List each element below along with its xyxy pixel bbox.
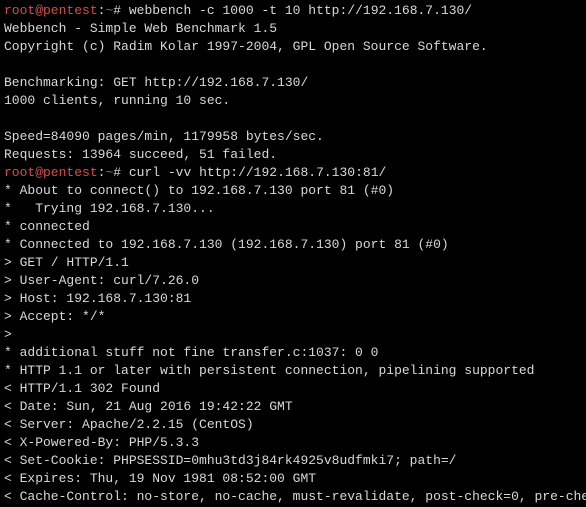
terminal-line <box>4 110 582 128</box>
terminal-text: * connected <box>4 219 90 234</box>
prompt-user: root@pentest <box>4 3 98 18</box>
terminal-text: < Set-Cookie: PHPSESSID=0mhu3td3j84rk492… <box>4 453 456 468</box>
terminal-text: < Date: Sun, 21 Aug 2016 19:42:22 GMT <box>4 399 293 414</box>
terminal-text: > User-Agent: curl/7.26.0 <box>4 273 199 288</box>
terminal-text: Requests: 13964 succeed, 51 failed. <box>4 147 277 162</box>
terminal-text <box>4 57 12 72</box>
terminal-line: > GET / HTTP/1.1 <box>4 254 582 272</box>
terminal-line: Benchmarking: GET http://192.168.7.130/ <box>4 74 582 92</box>
terminal-text: < Expires: Thu, 19 Nov 1981 08:52:00 GMT <box>4 471 316 486</box>
terminal-text: Speed=84090 pages/min, 1179958 bytes/sec… <box>4 129 324 144</box>
terminal-line: > Host: 192.168.7.130:81 <box>4 290 582 308</box>
terminal-text: * HTTP 1.1 or later with persistent conn… <box>4 363 535 378</box>
terminal-line: * Trying 192.168.7.130... <box>4 200 582 218</box>
terminal-line: 1000 clients, running 10 sec. <box>4 92 582 110</box>
terminal-line: * HTTP 1.1 or later with persistent conn… <box>4 362 582 380</box>
terminal-text: * Connected to 192.168.7.130 (192.168.7.… <box>4 237 449 252</box>
terminal-line: Copyright (c) Radim Kolar 1997-2004, GPL… <box>4 38 582 56</box>
terminal-line <box>4 56 582 74</box>
terminal-text <box>4 111 12 126</box>
terminal-line: > Accept: */* <box>4 308 582 326</box>
terminal-line: < Server: Apache/2.2.15 (CentOS) <box>4 416 582 434</box>
terminal-text: < HTTP/1.1 302 Found <box>4 381 160 396</box>
terminal-line: Webbench - Simple Web Benchmark 1.5 <box>4 20 582 38</box>
terminal-text: Webbench - Simple Web Benchmark 1.5 <box>4 21 277 36</box>
terminal-text: < X-Powered-By: PHP/5.3.3 <box>4 435 199 450</box>
terminal-text: > Host: 192.168.7.130:81 <box>4 291 191 306</box>
terminal-line: < Set-Cookie: PHPSESSID=0mhu3td3j84rk492… <box>4 452 582 470</box>
terminal-line: * additional stuff not fine transfer.c:1… <box>4 344 582 362</box>
terminal-text: > GET / HTTP/1.1 <box>4 255 129 270</box>
terminal-line: < X-Powered-By: PHP/5.3.3 <box>4 434 582 452</box>
terminal-text: < Cache-Control: no-store, no-cache, mus… <box>4 489 586 504</box>
terminal-line: > User-Agent: curl/7.26.0 <box>4 272 582 290</box>
terminal-line: Requests: 13964 succeed, 51 failed. <box>4 146 582 164</box>
terminal-text: * About to connect() to 192.168.7.130 po… <box>4 183 394 198</box>
terminal-line: * About to connect() to 192.168.7.130 po… <box>4 182 582 200</box>
terminal-line: root@pentest:~# curl -vv http://192.168.… <box>4 164 582 182</box>
terminal-line: root@pentest:~# webbench -c 1000 -t 10 h… <box>4 2 582 20</box>
terminal-line: < Date: Sun, 21 Aug 2016 19:42:22 GMT <box>4 398 582 416</box>
terminal-text: Benchmarking: GET http://192.168.7.130/ <box>4 75 308 90</box>
prompt-user: root@pentest <box>4 165 98 180</box>
terminal-line: > <box>4 326 582 344</box>
terminal-text: 1000 clients, running 10 sec. <box>4 93 230 108</box>
terminal-text: # webbench -c 1000 -t 10 http://192.168.… <box>113 3 472 18</box>
terminal-text: > Accept: */* <box>4 309 105 324</box>
terminal-line: * Connected to 192.168.7.130 (192.168.7.… <box>4 236 582 254</box>
terminal-text: > <box>4 327 12 342</box>
terminal-text: * additional stuff not fine transfer.c:1… <box>4 345 378 360</box>
terminal-line: * connected <box>4 218 582 236</box>
terminal-line: < Expires: Thu, 19 Nov 1981 08:52:00 GMT <box>4 470 582 488</box>
terminal-output: root@pentest:~# webbench -c 1000 -t 10 h… <box>0 0 586 507</box>
terminal-line: < HTTP/1.1 302 Found <box>4 380 582 398</box>
terminal-text: # curl -vv http://192.168.7.130:81/ <box>113 165 386 180</box>
terminal-text: Copyright (c) Radim Kolar 1997-2004, GPL… <box>4 39 488 54</box>
terminal-text: * Trying 192.168.7.130... <box>4 201 215 216</box>
terminal-text: < Server: Apache/2.2.15 (CentOS) <box>4 417 254 432</box>
terminal-line: < Cache-Control: no-store, no-cache, mus… <box>4 488 582 506</box>
terminal-line: Speed=84090 pages/min, 1179958 bytes/sec… <box>4 128 582 146</box>
